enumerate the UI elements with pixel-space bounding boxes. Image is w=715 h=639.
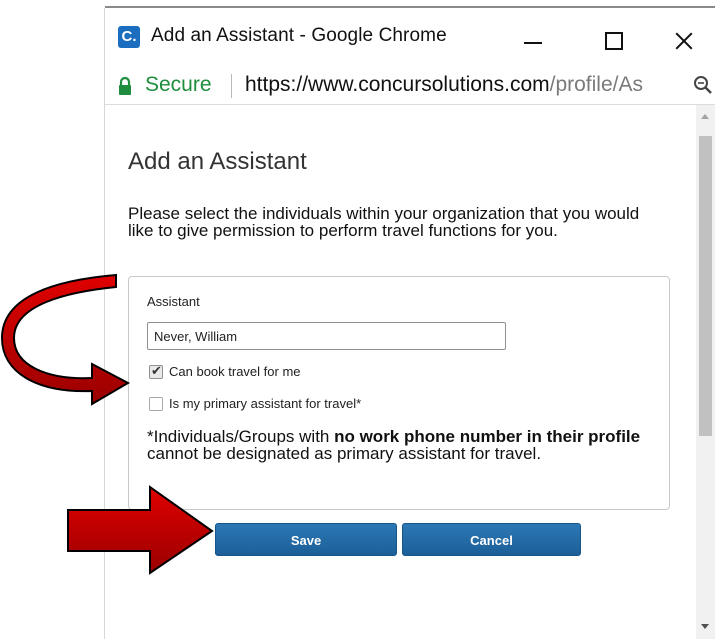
right-arrow-icon — [67, 485, 214, 575]
annotation-arrows — [0, 273, 214, 575]
curved-arrow-icon — [0, 273, 131, 406]
